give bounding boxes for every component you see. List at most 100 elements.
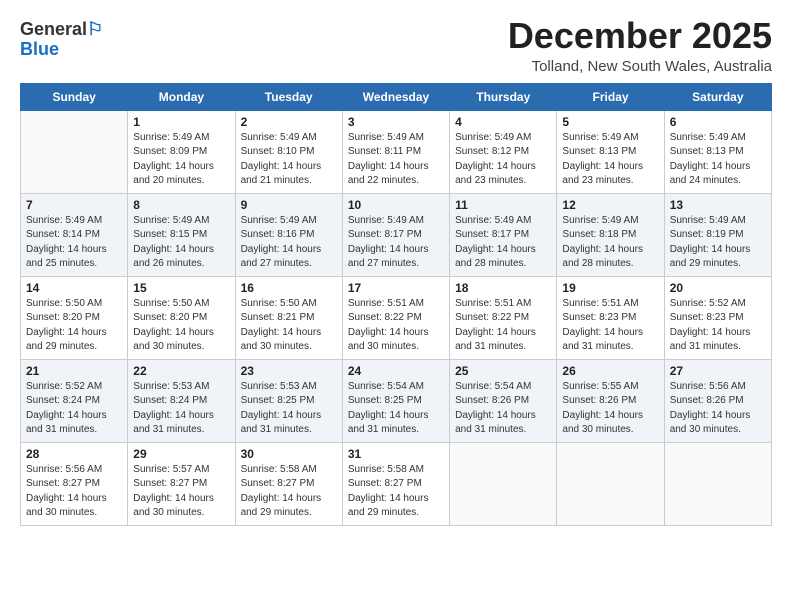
day-info: Sunrise: 5:50 AMSunset: 8:20 PMDaylight:… bbox=[133, 297, 229, 355]
day-info: Sunrise: 5:49 AMSunset: 8:11 PMDaylight:… bbox=[348, 131, 444, 189]
day-number: 26 bbox=[562, 364, 658, 378]
table-row: 19 Sunrise: 5:51 AMSunset: 8:23 PMDayligh… bbox=[557, 276, 664, 359]
day-number: 29 bbox=[133, 447, 229, 461]
day-info: Sunrise: 5:49 AMSunset: 8:17 PMDaylight:… bbox=[348, 214, 444, 272]
day-number: 9 bbox=[241, 198, 337, 212]
table-row bbox=[450, 442, 557, 525]
day-number: 3 bbox=[348, 115, 444, 129]
day-number: 20 bbox=[670, 281, 766, 295]
calendar-week-row: 21 Sunrise: 5:52 AMSunset: 8:24 PMDayligh… bbox=[21, 359, 772, 442]
day-info: Sunrise: 5:51 AMSunset: 8:22 PMDaylight:… bbox=[348, 297, 444, 355]
location: Tolland, New South Wales, Australia bbox=[508, 58, 772, 75]
page: General⚐ Blue December 2025 Tolland, New… bbox=[0, 0, 792, 612]
table-row: 25Sunrise: 5:54 AMSunset: 8:26 PMDayligh… bbox=[450, 359, 557, 442]
day-number: 24 bbox=[348, 364, 444, 378]
day-info: Sunrise: 5:49 AMSunset: 8:17 PMDaylight:… bbox=[455, 214, 551, 272]
day-info: Sunrise: 5:50 AMSunset: 8:21 PMDaylight:… bbox=[241, 297, 337, 355]
day-info: Sunrise: 5:49 AMSunset: 8:13 PMDaylight:… bbox=[562, 131, 658, 189]
day-number: 18 bbox=[455, 281, 551, 295]
table-row: 5 Sunrise: 5:49 AMSunset: 8:13 PMDaylight… bbox=[557, 110, 664, 193]
table-row: 9 Sunrise: 5:49 AMSunset: 8:16 PMDaylight… bbox=[235, 193, 342, 276]
col-wednesday: Wednesday bbox=[342, 83, 449, 110]
day-number: 31 bbox=[348, 447, 444, 461]
day-info: Sunrise: 5:49 AMSunset: 8:19 PMDaylight:… bbox=[670, 214, 766, 272]
day-info: Sunrise: 5:52 AMSunset: 8:24 PMDaylight:… bbox=[26, 380, 122, 438]
day-number: 19 bbox=[562, 281, 658, 295]
day-number: 13 bbox=[670, 198, 766, 212]
table-row: 10 Sunrise: 5:49 AMSunset: 8:17 PMDayligh… bbox=[342, 193, 449, 276]
day-info: Sunrise: 5:56 AMSunset: 8:26 PMDaylight:… bbox=[670, 380, 766, 438]
col-friday: Friday bbox=[557, 83, 664, 110]
table-row: 17 Sunrise: 5:51 AMSunset: 8:22 PMDayligh… bbox=[342, 276, 449, 359]
calendar-week-row: 28 Sunrise: 5:56 AMSunset: 8:27 PMDayligh… bbox=[21, 442, 772, 525]
day-number: 1 bbox=[133, 115, 229, 129]
table-row: 21 Sunrise: 5:52 AMSunset: 8:24 PMDayligh… bbox=[21, 359, 128, 442]
day-number: 27 bbox=[670, 364, 766, 378]
day-number: 14 bbox=[26, 281, 122, 295]
table-row: 11Sunrise: 5:49 AMSunset: 8:17 PMDayligh… bbox=[450, 193, 557, 276]
logo-blue: Blue bbox=[20, 39, 59, 59]
table-row bbox=[21, 110, 128, 193]
table-row: 2 Sunrise: 5:49 AMSunset: 8:10 PMDaylight… bbox=[235, 110, 342, 193]
day-info: Sunrise: 5:51 AMSunset: 8:23 PMDaylight:… bbox=[562, 297, 658, 355]
day-number: 28 bbox=[26, 447, 122, 461]
table-row: 26 Sunrise: 5:55 AMSunset: 8:26 PMDayligh… bbox=[557, 359, 664, 442]
table-row: 3 Sunrise: 5:49 AMSunset: 8:11 PMDaylight… bbox=[342, 110, 449, 193]
header: General⚐ Blue December 2025 Tolland, New… bbox=[20, 16, 772, 75]
table-row: 20Sunrise: 5:52 AMSunset: 8:23 PMDayligh… bbox=[664, 276, 771, 359]
day-number: 12 bbox=[562, 198, 658, 212]
col-monday: Monday bbox=[128, 83, 235, 110]
table-row: 29 Sunrise: 5:57 AMSunset: 8:27 PMDayligh… bbox=[128, 442, 235, 525]
day-info: Sunrise: 5:58 AMSunset: 8:27 PMDaylight:… bbox=[241, 463, 337, 521]
day-number: 17 bbox=[348, 281, 444, 295]
day-number: 4 bbox=[455, 115, 551, 129]
calendar-week-row: 1Sunrise: 5:49 AMSunset: 8:09 PMDaylight… bbox=[21, 110, 772, 193]
title-area: December 2025 Tolland, New South Wales, … bbox=[508, 16, 772, 75]
day-number: 8 bbox=[133, 198, 229, 212]
day-info: Sunrise: 5:49 AMSunset: 8:10 PMDaylight:… bbox=[241, 131, 337, 189]
table-row: 31 Sunrise: 5:58 AMSunset: 8:27 PMDayligh… bbox=[342, 442, 449, 525]
logo-icon-flag: ⚐ bbox=[87, 19, 103, 39]
day-number: 15 bbox=[133, 281, 229, 295]
calendar-week-row: 14 Sunrise: 5:50 AMSunset: 8:20 PMDayligh… bbox=[21, 276, 772, 359]
col-tuesday: Tuesday bbox=[235, 83, 342, 110]
day-number: 21 bbox=[26, 364, 122, 378]
table-row: 14Sunrise: 5:50 AMSunset: 8:20 PMDayligh… bbox=[21, 276, 128, 359]
table-row bbox=[557, 442, 664, 525]
table-row: 12 Sunrise: 5:49 AMSunset: 8:18 PMDayligh… bbox=[557, 193, 664, 276]
day-number: 23 bbox=[241, 364, 337, 378]
col-thursday: Thursday bbox=[450, 83, 557, 110]
logo: General⚐ Blue bbox=[20, 20, 103, 60]
day-info: Sunrise: 5:57 AMSunset: 8:27 PMDaylight:… bbox=[133, 463, 229, 521]
col-saturday: Saturday bbox=[664, 83, 771, 110]
table-row: 28 Sunrise: 5:56 AMSunset: 8:27 PMDayligh… bbox=[21, 442, 128, 525]
logo-text: General⚐ Blue bbox=[20, 20, 103, 60]
table-row: 27 Sunrise: 5:56 AMSunset: 8:26 PMDayligh… bbox=[664, 359, 771, 442]
day-number: 10 bbox=[348, 198, 444, 212]
day-number: 25 bbox=[455, 364, 551, 378]
logo-general: General bbox=[20, 19, 87, 39]
day-number: 7 bbox=[26, 198, 122, 212]
table-row: 18Sunrise: 5:51 AMSunset: 8:22 PMDayligh… bbox=[450, 276, 557, 359]
day-number: 5 bbox=[562, 115, 658, 129]
table-row: 24Sunrise: 5:54 AMSunset: 8:25 PMDayligh… bbox=[342, 359, 449, 442]
table-row: 7Sunrise: 5:49 AMSunset: 8:14 PMDaylight… bbox=[21, 193, 128, 276]
day-info: Sunrise: 5:49 AMSunset: 8:12 PMDaylight:… bbox=[455, 131, 551, 189]
table-row: 4 Sunrise: 5:49 AMSunset: 8:12 PMDaylight… bbox=[450, 110, 557, 193]
table-row bbox=[664, 442, 771, 525]
day-number: 16 bbox=[241, 281, 337, 295]
calendar-header-row: Sunday Monday Tuesday Wednesday Thursday… bbox=[21, 83, 772, 110]
day-info: Sunrise: 5:49 AMSunset: 8:18 PMDaylight:… bbox=[562, 214, 658, 272]
day-info: Sunrise: 5:56 AMSunset: 8:27 PMDaylight:… bbox=[26, 463, 122, 521]
table-row: 16 Sunrise: 5:50 AMSunset: 8:21 PMDayligh… bbox=[235, 276, 342, 359]
table-row: 1Sunrise: 5:49 AMSunset: 8:09 PMDaylight… bbox=[128, 110, 235, 193]
day-number: 6 bbox=[670, 115, 766, 129]
day-info: Sunrise: 5:55 AMSunset: 8:26 PMDaylight:… bbox=[562, 380, 658, 438]
calendar: Sunday Monday Tuesday Wednesday Thursday… bbox=[20, 83, 772, 526]
day-info: Sunrise: 5:58 AMSunset: 8:27 PMDaylight:… bbox=[348, 463, 444, 521]
day-number: 2 bbox=[241, 115, 337, 129]
table-row: 30Sunrise: 5:58 AMSunset: 8:27 PMDayligh… bbox=[235, 442, 342, 525]
day-info: Sunrise: 5:49 AMSunset: 8:16 PMDaylight:… bbox=[241, 214, 337, 272]
table-row: 15 Sunrise: 5:50 AMSunset: 8:20 PMDayligh… bbox=[128, 276, 235, 359]
day-number: 22 bbox=[133, 364, 229, 378]
